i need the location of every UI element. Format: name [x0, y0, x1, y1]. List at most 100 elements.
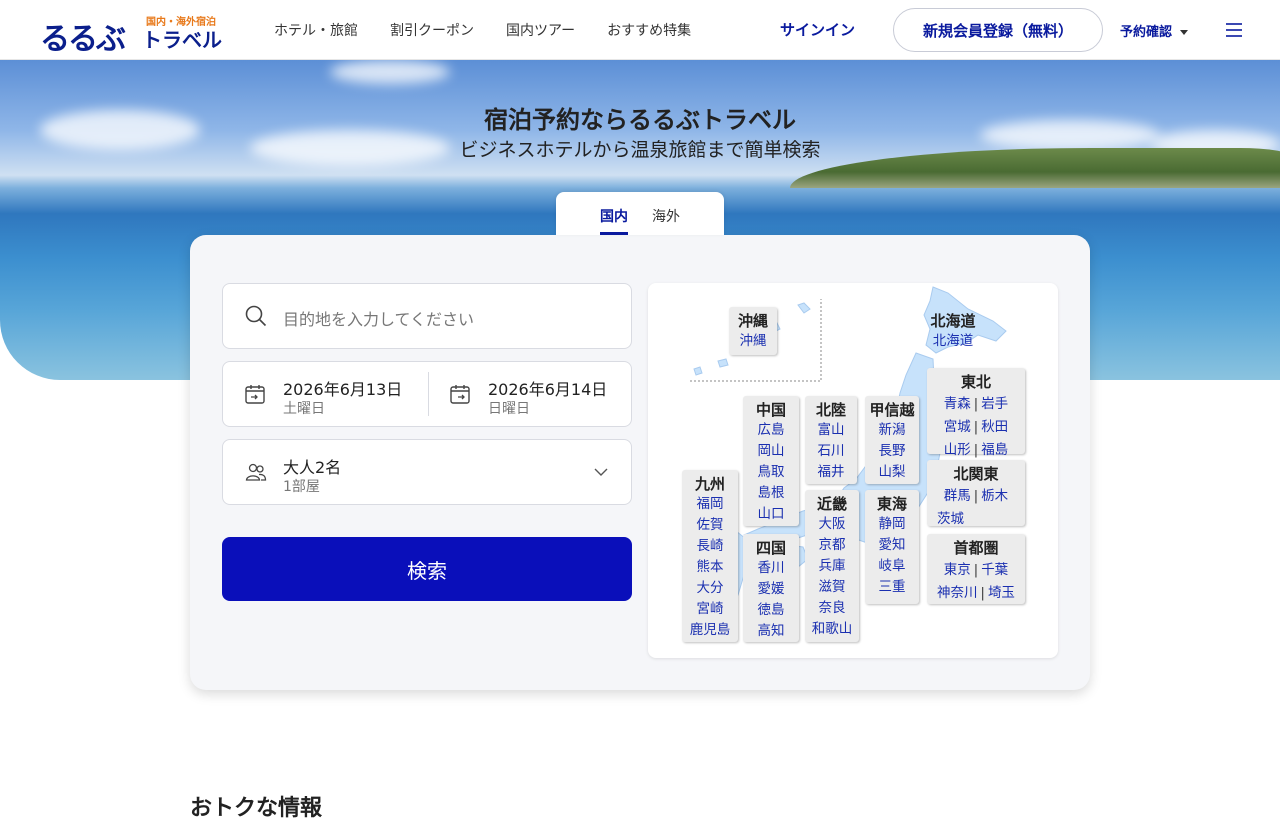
pref-row: 神奈川 | 埼玉 [927, 581, 1025, 604]
pref-saitama[interactable]: 埼玉 [988, 585, 1015, 601]
pref-hyogo[interactable]: 兵庫 [805, 556, 859, 577]
cloud-decoration [330, 60, 450, 84]
pref-nagasaki[interactable]: 長崎 [682, 536, 738, 557]
pref-saga[interactable]: 佐賀 [682, 515, 738, 536]
pref-chiba[interactable]: 千葉 [981, 562, 1008, 578]
pref-row: 東京 | 千葉 [927, 558, 1025, 581]
separator: | [973, 563, 979, 578]
tab-domestic[interactable]: 国内 [588, 192, 640, 235]
nav-hotel-ryokan[interactable]: ホテル・旅館 [274, 20, 358, 40]
pref-kagoshima[interactable]: 鹿児島 [682, 620, 738, 641]
pref-osaka[interactable]: 大阪 [805, 514, 859, 535]
nav-discount-coupon[interactable]: 割引クーポン [390, 20, 474, 40]
search-tabs: 国内 海外 [556, 192, 724, 235]
pref-row: 青森 | 岩手 [927, 392, 1025, 415]
pref-shiga[interactable]: 滋賀 [805, 577, 859, 598]
pref-aichi[interactable]: 愛知 [865, 535, 919, 556]
pref-aomori[interactable]: 青森 [944, 396, 971, 412]
checkin-date-field[interactable]: 2026年6月13日 土曜日 [223, 362, 427, 426]
pref-kagawa[interactable]: 香川 [743, 558, 799, 579]
checkout-date: 2026年6月14日 [488, 380, 608, 399]
pref-akita[interactable]: 秋田 [981, 419, 1008, 435]
guests-rooms-field[interactable]: 大人2名 1部屋 [222, 439, 632, 505]
pref-row: 山形 | 福島 [927, 438, 1025, 461]
pref-ibaraki[interactable]: 茨城 [937, 511, 964, 527]
logo-travel-text: トラベル [142, 28, 222, 52]
region-name-kyushu: 九州 [694, 475, 725, 493]
region-shikoku: 四国 香川 愛媛 徳島 高知 [743, 534, 799, 642]
pref-nagano[interactable]: 長野 [865, 441, 919, 462]
nav-domestic-tour[interactable]: 国内ツアー [506, 20, 575, 40]
search-icon [245, 305, 267, 327]
region-name-tokai: 東海 [876, 495, 907, 513]
region-name-shutoken: 首都圏 [953, 539, 999, 557]
nav-featured[interactable]: おすすめ特集 [607, 20, 691, 40]
pref-kochi[interactable]: 高知 [743, 621, 799, 642]
pref-yamanashi[interactable]: 山梨 [865, 462, 919, 483]
pref-yamaguchi[interactable]: 山口 [743, 504, 799, 525]
pref-tokyo[interactable]: 東京 [944, 562, 971, 578]
pref-gifu[interactable]: 岐阜 [865, 556, 919, 577]
pref-toyama[interactable]: 富山 [805, 420, 857, 441]
region-name-shikoku: 四国 [755, 539, 786, 557]
calendar-checkout-icon [450, 385, 470, 404]
checkout-date-field[interactable]: 2026年6月14日 日曜日 [428, 362, 632, 426]
pref-miyagi[interactable]: 宮城 [944, 419, 971, 435]
pref-nara[interactable]: 奈良 [805, 598, 859, 619]
destination-input[interactable]: 目的地を入力してください [222, 283, 632, 349]
hamburger-menu-icon[interactable] [1222, 18, 1246, 42]
caret-down-icon [1180, 30, 1189, 35]
signin-link[interactable]: サインイン [780, 19, 855, 40]
region-name-hokuriku: 北陸 [815, 401, 846, 419]
pref-miyazaki[interactable]: 宮崎 [682, 599, 738, 620]
checkout-weekday: 日曜日 [488, 401, 530, 417]
pref-tokushima[interactable]: 徳島 [743, 600, 799, 621]
pref-row: 茨城 [927, 507, 1025, 530]
booking-check-menu[interactable]: 予約確認 [1120, 21, 1189, 40]
pref-shimane[interactable]: 島根 [743, 483, 799, 504]
main-nav: ホテル・旅館 割引クーポン 国内ツアー おすすめ特集 [258, 0, 707, 60]
search-button[interactable]: 検索 [222, 537, 632, 601]
region-name-okinawa: 沖縄 [737, 312, 768, 330]
search-panel: 目的地を入力してください 2026年6月13日 土曜日 2026年6月14日 日… [190, 235, 1090, 690]
region-kyushu: 九州 福岡 佐賀 長崎 熊本 大分 宮崎 鹿児島 [682, 470, 738, 642]
pref-row: 群馬 | 栃木 [927, 484, 1025, 507]
pref-tottori[interactable]: 鳥取 [743, 462, 799, 483]
pref-fukushima[interactable]: 福島 [981, 442, 1008, 458]
pref-okinawa[interactable]: 沖縄 [729, 331, 777, 352]
pref-ishikawa[interactable]: 石川 [805, 441, 857, 462]
region-okinawa: 沖縄 沖縄 [729, 307, 777, 355]
pref-ehime[interactable]: 愛媛 [743, 579, 799, 600]
checkin-weekday: 土曜日 [283, 401, 325, 417]
pref-hokkaido[interactable]: 北海道 [926, 331, 980, 352]
pref-yamagata[interactable]: 山形 [944, 442, 971, 458]
region-kinki: 近畿 大阪 京都 兵庫 滋賀 奈良 和歌山 [805, 490, 859, 642]
pref-mie[interactable]: 三重 [865, 577, 919, 598]
pref-fukuoka[interactable]: 福岡 [682, 494, 738, 515]
tab-overseas[interactable]: 海外 [640, 192, 692, 235]
register-button[interactable]: 新規会員登録（無料） [893, 8, 1103, 52]
pref-kanagawa[interactable]: 神奈川 [937, 585, 978, 601]
pref-kyoto[interactable]: 京都 [805, 535, 859, 556]
pref-hiroshima[interactable]: 広島 [743, 420, 799, 441]
rurubu-travel-logo[interactable]: るるぶ 国内・海外宿泊 トラベル [40, 10, 222, 57]
pref-oita[interactable]: 大分 [682, 578, 738, 599]
pref-niigata[interactable]: 新潟 [865, 420, 919, 441]
pref-tochigi[interactable]: 栃木 [981, 488, 1008, 504]
booking-check-label: 予約確認 [1120, 25, 1173, 40]
pref-iwate[interactable]: 岩手 [981, 396, 1008, 412]
region-koshinetsu: 甲信越 新潟 長野 山梨 [865, 396, 919, 484]
pref-wakayama[interactable]: 和歌山 [805, 619, 859, 640]
chevron-down-icon [594, 468, 608, 476]
pref-kumamoto[interactable]: 熊本 [682, 557, 738, 578]
calendar-checkin-icon [245, 385, 265, 404]
region-name-kitakanto: 北関東 [953, 465, 999, 483]
pref-gunma[interactable]: 群馬 [944, 488, 971, 504]
pref-shizuoka[interactable]: 静岡 [865, 514, 919, 535]
region-name-tohoku: 東北 [960, 373, 991, 391]
pref-fukui[interactable]: 福井 [805, 462, 857, 483]
room-count: 1部屋 [283, 479, 320, 495]
separator: | [973, 443, 979, 458]
hero-title: 宿泊予約ならるるぶトラベル [484, 106, 796, 134]
pref-okayama[interactable]: 岡山 [743, 441, 799, 462]
